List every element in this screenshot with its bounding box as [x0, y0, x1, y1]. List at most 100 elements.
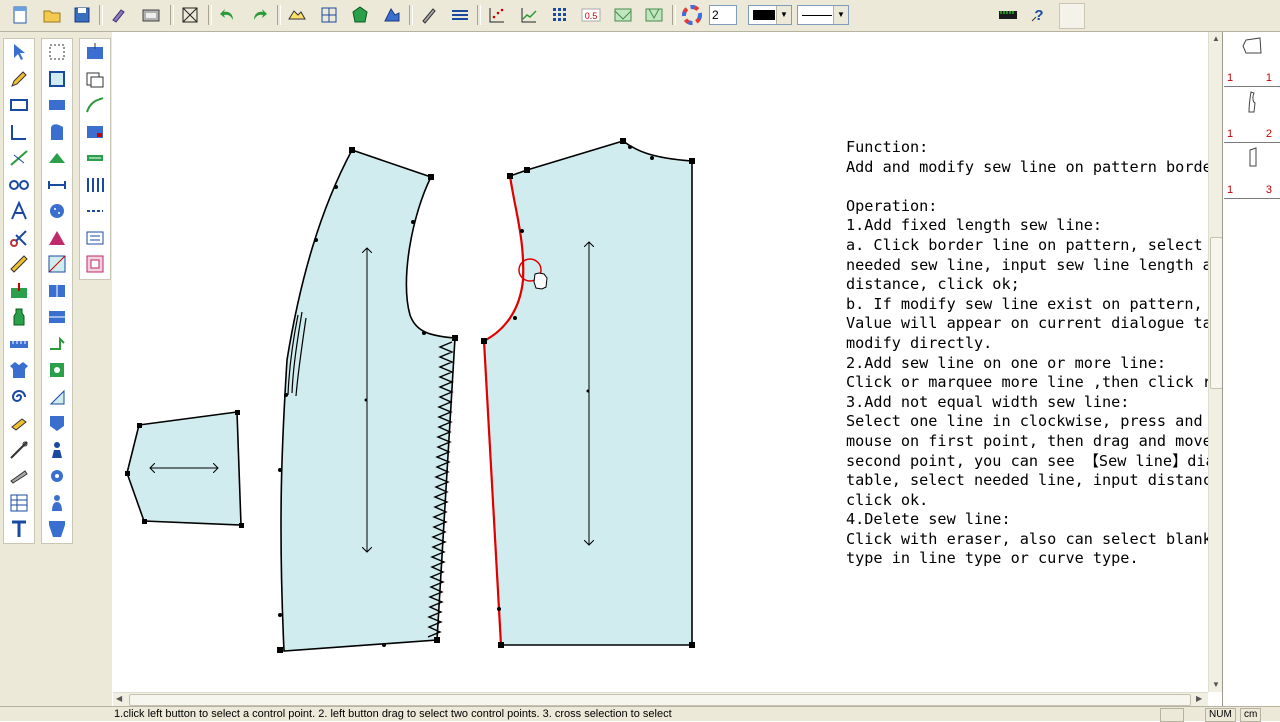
drawing-canvas[interactable]: Function: Add and modify sew line on patt…	[113, 32, 1260, 692]
grid-icon[interactable]	[485, 3, 509, 27]
gear-icon[interactable]	[42, 463, 72, 490]
piece-count-label: 1	[1265, 72, 1272, 84]
new-icon[interactable]	[8, 3, 32, 27]
sewing-curve-icon[interactable]	[80, 92, 110, 119]
pocket-icon[interactable]	[42, 410, 72, 437]
blank-button[interactable]	[1059, 3, 1085, 29]
scroll-down-icon[interactable]: ▼	[1212, 680, 1220, 689]
marker-icon[interactable]	[80, 225, 110, 252]
pattern-piece-small[interactable]	[125, 410, 244, 528]
step-icon[interactable]: 0.5	[579, 3, 603, 27]
figure-icon[interactable]	[42, 437, 72, 464]
undo-icon[interactable]	[216, 3, 240, 27]
scroll-right-icon[interactable]: ▶	[1196, 694, 1202, 703]
flag-icon[interactable]	[42, 384, 72, 411]
spiral-icon[interactable]	[4, 384, 34, 411]
piece-count-label: 3	[1265, 184, 1272, 196]
mirror-icon[interactable]	[42, 278, 72, 305]
pieces-panel: 1 1 1 2 1 3	[1222, 32, 1280, 710]
fold-icon[interactable]	[42, 304, 72, 331]
svg-text:0.5: 0.5	[585, 11, 598, 21]
align-icon[interactable]	[448, 3, 472, 27]
hand-tool-icon[interactable]	[4, 410, 34, 437]
piece-thumb-icon	[1242, 37, 1262, 54]
needle-icon[interactable]	[4, 437, 34, 464]
stitch-icon[interactable]	[80, 198, 110, 225]
stretch-icon[interactable]	[42, 145, 72, 172]
line-style-select[interactable]: ▼	[797, 5, 849, 25]
person-icon[interactable]	[42, 490, 72, 517]
cut-line-icon[interactable]	[4, 145, 34, 172]
dart-tool-icon[interactable]	[42, 92, 72, 119]
curtain-icon[interactable]	[42, 516, 72, 543]
pattern-piece-side[interactable]	[277, 147, 458, 653]
scroll-up-icon[interactable]: ▲	[1212, 34, 1220, 43]
text-a-icon[interactable]	[4, 198, 34, 225]
rectangle-icon[interactable]	[4, 92, 34, 119]
pattern-piece-front[interactable]	[481, 138, 695, 648]
piece-thumb-icon	[1249, 147, 1257, 167]
curve-icon[interactable]	[611, 3, 635, 27]
grain-icon[interactable]	[80, 145, 110, 172]
tape-icon[interactable]	[4, 331, 34, 358]
scale-icon[interactable]	[80, 172, 110, 199]
pleat-icon[interactable]	[42, 225, 72, 252]
glasses-icon[interactable]	[4, 172, 34, 199]
horizontal-scrollbar[interactable]: ◀ ▶	[113, 692, 1208, 706]
mark-icon[interactable]	[380, 3, 404, 27]
knife-icon[interactable]	[4, 463, 34, 490]
label-icon[interactable]	[80, 119, 110, 146]
notch-icon[interactable]	[4, 278, 34, 305]
piece-move-icon[interactable]	[80, 39, 110, 66]
main-toolbar: 0.5 2 ▼ ▼ ?	[0, 0, 1280, 32]
scroll-left-icon[interactable]: ◀	[116, 694, 122, 703]
chart-icon[interactable]	[517, 3, 541, 27]
arrow-turn-icon[interactable]	[42, 331, 72, 358]
piece-count-label: 2	[1265, 128, 1272, 140]
ruler-icon[interactable]	[996, 3, 1020, 27]
text-t-icon[interactable]	[4, 516, 34, 543]
piece-size-label: 1	[1227, 72, 1234, 84]
dart-icon[interactable]	[642, 3, 666, 27]
ruler-tool-icon[interactable]	[4, 251, 34, 278]
pattern-view-icon[interactable]	[285, 3, 309, 27]
measure-icon[interactable]	[42, 172, 72, 199]
help-icon[interactable]: ?	[1027, 3, 1051, 27]
line-color-select[interactable]: ▼	[748, 5, 792, 25]
color-swatch	[753, 10, 775, 20]
marquee-icon[interactable]	[42, 39, 72, 66]
piece-copy-icon[interactable]	[80, 66, 110, 93]
frame-icon[interactable]	[80, 251, 110, 278]
edit-icon[interactable]	[417, 3, 441, 27]
pencil-icon[interactable]	[4, 66, 34, 93]
piece-icon[interactable]	[42, 66, 72, 93]
select-arrow-icon[interactable]	[4, 39, 34, 66]
status-hint: 1.click left button to select a control …	[114, 708, 672, 720]
pin-icon[interactable]	[42, 357, 72, 384]
piece-thumbnail[interactable]: 1 3	[1224, 144, 1280, 199]
curve-tool-icon[interactable]	[42, 119, 72, 146]
piece-thumbnail[interactable]: 1 2	[1224, 88, 1280, 143]
table-tool-icon[interactable]	[4, 490, 34, 517]
sketch-icon[interactable]	[317, 3, 341, 27]
save-icon[interactable]	[70, 3, 94, 27]
line-width-input[interactable]: 2	[709, 5, 737, 25]
shirt-icon[interactable]	[4, 357, 34, 384]
button-icon[interactable]	[42, 198, 72, 225]
print-icon[interactable]	[106, 3, 130, 27]
scroll-thumb[interactable]	[129, 694, 1191, 706]
vertical-scrollbar[interactable]: ▲ ▼	[1208, 32, 1223, 692]
open-icon[interactable]	[40, 3, 64, 27]
scan-icon[interactable]	[139, 3, 163, 27]
redo-icon[interactable]	[247, 3, 271, 27]
grade-icon[interactable]	[178, 3, 202, 27]
bottle-icon[interactable]	[4, 304, 34, 331]
color-wheel-icon[interactable]	[680, 3, 704, 27]
scissors-icon[interactable]	[4, 225, 34, 252]
tool-column-3	[79, 38, 111, 280]
piece-thumbnail[interactable]: 1 1	[1224, 32, 1280, 87]
table-icon[interactable]	[548, 3, 572, 27]
fill-icon[interactable]	[348, 3, 372, 27]
angle-icon[interactable]	[4, 119, 34, 146]
rotate-icon[interactable]	[42, 251, 72, 278]
